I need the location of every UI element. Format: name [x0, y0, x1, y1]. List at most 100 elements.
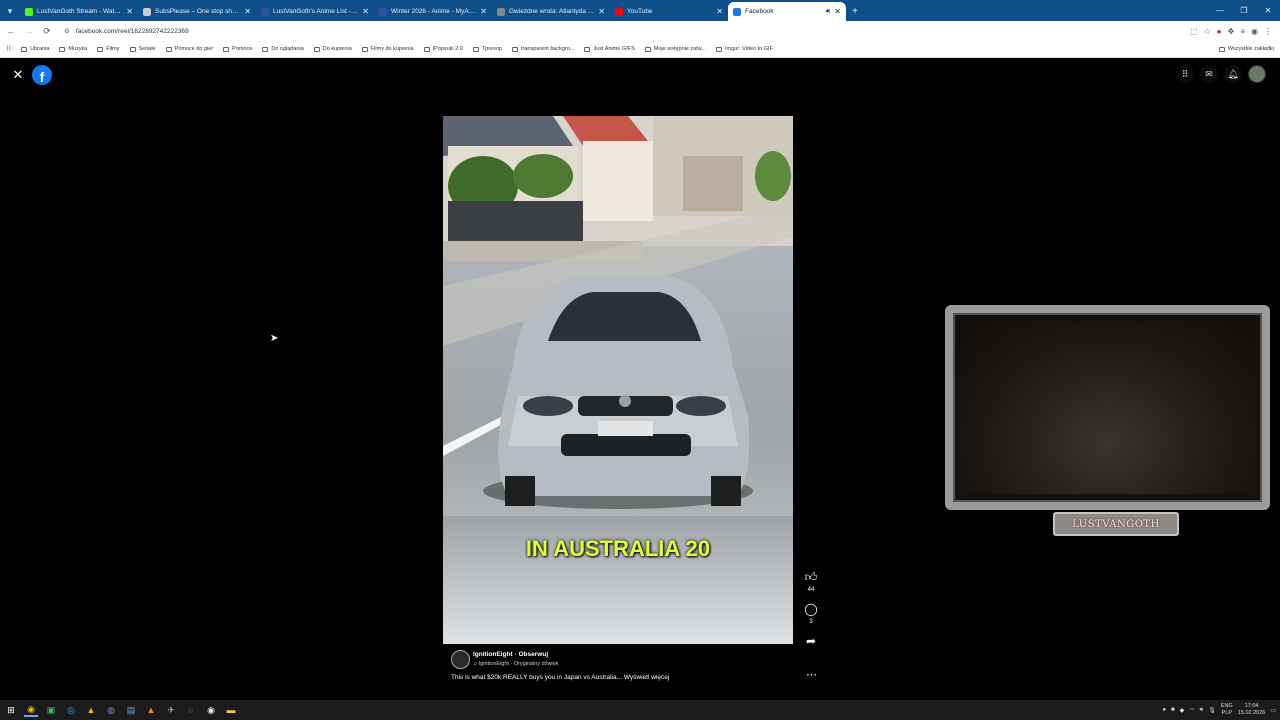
back-icon[interactable]: ← [4, 24, 18, 38]
notifications-icon[interactable]: 🔔︎ [1224, 65, 1242, 83]
volume-icon[interactable]: 🔊︎ [1199, 707, 1203, 714]
browser-icon[interactable]: ◎ [64, 703, 78, 717]
author-name[interactable]: IgnitionEight [473, 651, 513, 658]
app-icon-green[interactable]: ▣ [44, 703, 58, 717]
all-bookmarks[interactable]: Wszystkie zakładki [1218, 46, 1274, 52]
extension-icon-1[interactable]: ● [1217, 27, 1222, 36]
minimize-icon[interactable]: — [1208, 0, 1232, 21]
file-explorer-icon[interactable]: ▬ [224, 703, 238, 717]
folder-icon [59, 46, 66, 52]
discord-icon[interactable]: ◍ [104, 703, 118, 717]
folder-icon [584, 46, 591, 52]
bookmark-item[interactable]: transparent backgro... [511, 46, 575, 52]
reel-actions: 👍︎ 44 ◯ 3 ➦ [801, 570, 821, 649]
tab-title: LustVanGoth Stream - Watch Li [37, 8, 123, 15]
steam-icon[interactable]: ✈ [164, 703, 178, 717]
tray-icon-1[interactable]: ● [1162, 707, 1166, 713]
more-options-icon[interactable]: ⋯ [806, 668, 817, 681]
vlc-icon[interactable]: ▲ [144, 703, 158, 717]
bookmark-item[interactable]: Filmy do kupienia [361, 46, 414, 52]
folder-icon [97, 46, 104, 52]
share-icon[interactable]: ➦ [806, 634, 816, 648]
wifi-icon[interactable]: ◠ [1189, 707, 1194, 714]
obs-icon[interactable]: ◉ [204, 703, 218, 717]
menu-grid-icon[interactable]: ⠿ [1176, 65, 1194, 83]
bookmark-item[interactable]: Muzyka [59, 46, 87, 52]
start-icon[interactable]: ⊞ [4, 703, 18, 717]
address-bar[interactable]: ⚙ facebook.com/reel/1622892742222369 [58, 23, 1187, 39]
browser-tab[interactable]: LustVanGoth Stream - Watch Li ✕ [20, 2, 138, 21]
profile-icon[interactable]: ◉ [1251, 27, 1258, 36]
bookmark-item[interactable]: Pomoce [223, 46, 252, 52]
bookmark-item[interactable]: |Popsuki 2.0 [423, 46, 463, 52]
reel-video[interactable]: IN AUSTRALIA 20 [443, 116, 793, 644]
tab-close-icon[interactable]: ✕ [834, 7, 841, 16]
browser-tab[interactable]: Facebook 🔊︎ ✕ [728, 2, 846, 21]
bookmark-item[interactable]: Imgur: Video to GIF [716, 46, 773, 52]
tab-close-icon[interactable]: ✕ [598, 7, 605, 16]
reel-description[interactable]: This is what $20k REALLY buys you in Jap… [451, 674, 669, 681]
tab-close-icon[interactable]: ✕ [362, 7, 369, 16]
close-window-icon[interactable]: ✕ [1256, 0, 1280, 21]
install-icon[interactable]: ⬚ [1190, 27, 1198, 36]
browser-tab[interactable]: LustVanGoth's Anime List - My ✕ [256, 2, 374, 21]
app-icon-purple[interactable]: ○ [184, 703, 198, 717]
clock[interactable]: 17:04 15.02.2026 [1238, 703, 1266, 717]
tab-close-icon[interactable]: ✕ [126, 7, 133, 16]
folder-icon [423, 46, 430, 52]
media-icon[interactable]: ≡ [1240, 27, 1245, 36]
browser-tab[interactable]: Winter 2026 - Anime - MyAnim ✕ [374, 2, 492, 21]
bookmark-label: transparent backgro... [520, 46, 575, 52]
streamer-nameplate: LUSTVANGOTH [1053, 512, 1179, 536]
avatar[interactable] [1248, 65, 1266, 83]
mic-icon[interactable]: 🎙︎ [1208, 707, 1216, 714]
bookmark-item[interactable]: Ubrania [21, 46, 49, 52]
reload-icon[interactable]: ⟳ [40, 24, 54, 38]
tab-close-icon[interactable]: ✕ [480, 7, 487, 16]
tab-title: Facebook [745, 8, 774, 15]
extensions-icon[interactable]: ✥ [1228, 27, 1235, 36]
browser-tab[interactable]: YouTube ✕ [610, 2, 728, 21]
bookmark-star-icon[interactable]: ☆ [1204, 27, 1211, 36]
url-text: facebook.com/reel/1622892742222369 [75, 27, 189, 35]
tab-title: YouTube [627, 8, 653, 15]
tab-favicon-icon [497, 7, 505, 16]
tab-search-icon[interactable]: ▾ [0, 1, 20, 21]
maximize-icon[interactable]: ❐ [1232, 0, 1256, 21]
follow-link[interactable]: · Obserwuj [515, 651, 549, 658]
apps-icon[interactable]: ⠿ [6, 45, 11, 53]
bookmark-item[interactable]: Just Anime GIFS [584, 46, 635, 52]
facebook-logo-icon[interactable]: f [32, 65, 52, 85]
bookmark-item[interactable]: Tpresop [472, 46, 502, 52]
folder-icon [129, 46, 136, 52]
language-indicator[interactable]: ENG PLP [1221, 703, 1233, 717]
bookmark-item[interactable]: Filmy [97, 46, 120, 52]
menu-icon[interactable]: ⋮ [1264, 27, 1272, 36]
tray-icon-3[interactable]: ◆ [1180, 707, 1185, 714]
tab-audio-icon[interactable]: 🔊︎ [826, 8, 830, 16]
browser-tab[interactable]: Gwiezdne wrota: Atlantyda / St ✕ [492, 2, 610, 21]
tab-close-icon[interactable]: ✕ [244, 7, 251, 16]
tab-favicon-icon [733, 7, 741, 16]
bookmark-item[interactable]: Moje wstępnie zatw... [644, 46, 706, 52]
comment-icon[interactable]: ◯ [804, 602, 817, 616]
messenger-icon[interactable]: ✉ [1200, 65, 1218, 83]
new-tab-button[interactable]: + [846, 2, 864, 21]
tab-close-icon[interactable]: ✕ [716, 7, 723, 16]
close-icon[interactable]: ✕ [11, 67, 25, 82]
site-info-icon[interactable]: ⚙ [64, 27, 70, 35]
bookmark-item[interactable]: Pomoce do gier [165, 46, 213, 52]
browser-tab[interactable]: SubsPlease – One stop shop fo ✕ [138, 2, 256, 21]
app-icon-window[interactable]: ▤ [124, 703, 138, 717]
tray-icon-2[interactable]: ■ [1171, 707, 1175, 713]
author-avatar[interactable] [451, 650, 470, 669]
chrome-icon[interactable]: ◉ [24, 703, 38, 717]
like-icon[interactable]: 👍︎ [805, 570, 818, 584]
audio-line[interactable]: ♫ IgnitionEight · Oryginalny dźwięk [473, 661, 558, 667]
app-icon-triangle[interactable]: ▲ [84, 703, 98, 717]
forward-icon[interactable]: → [22, 24, 36, 38]
bookmark-item[interactable]: Seriale [129, 46, 156, 52]
bookmark-item[interactable]: Do oglądania [262, 46, 304, 52]
notifications-tray-icon[interactable]: ▭ [1270, 707, 1276, 714]
bookmark-item[interactable]: Do kupienia [313, 46, 352, 52]
